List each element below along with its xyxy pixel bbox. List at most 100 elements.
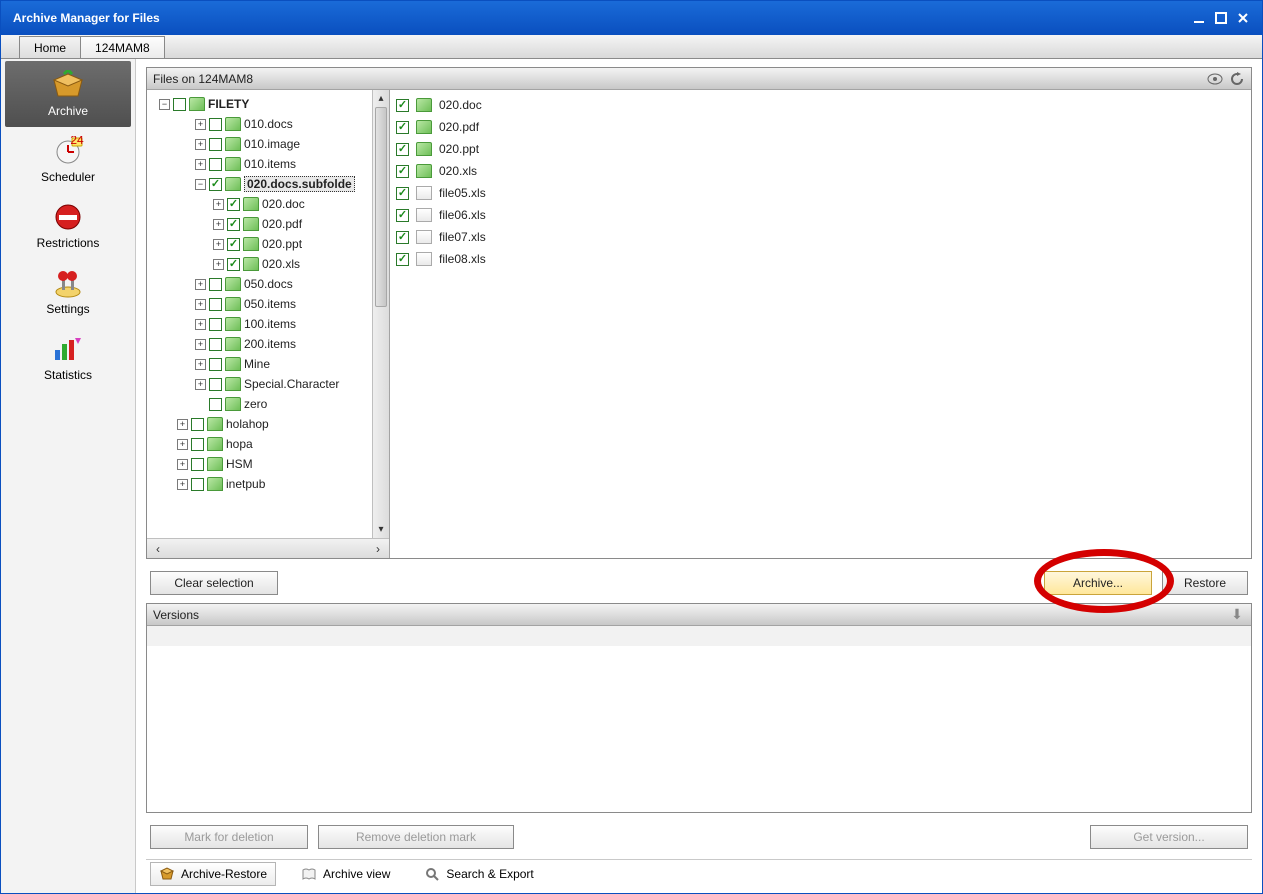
archive-button[interactable]: Archive... xyxy=(1044,571,1152,595)
tree-row[interactable]: +holahop xyxy=(147,414,389,434)
checkbox[interactable] xyxy=(396,187,409,200)
tree-row[interactable]: +020.pdf xyxy=(147,214,389,234)
checkbox[interactable] xyxy=(209,298,222,311)
mark-for-deletion-button[interactable]: Mark for deletion xyxy=(150,825,308,849)
expand-icon[interactable]: + xyxy=(195,339,206,350)
tree-row[interactable]: +010.docs xyxy=(147,114,389,134)
checkbox[interactable] xyxy=(209,278,222,291)
checkbox[interactable] xyxy=(209,398,222,411)
checkbox[interactable] xyxy=(209,178,222,191)
tree-row[interactable]: −020.docs.subfolde xyxy=(147,174,389,194)
checkbox[interactable] xyxy=(209,158,222,171)
expand-icon[interactable]: + xyxy=(213,219,224,230)
checkbox[interactable] xyxy=(209,318,222,331)
tree-vertical-scrollbar[interactable]: ▴ ▾ xyxy=(372,90,389,538)
expand-icon[interactable]: + xyxy=(177,459,188,470)
file-list-pane[interactable]: 020.doc020.pdf020.ppt020.xlsfile05.xls fi… xyxy=(390,90,1251,558)
tree-row[interactable]: −FILETY xyxy=(147,94,389,114)
checkbox[interactable] xyxy=(209,358,222,371)
tree-row[interactable]: +Mine xyxy=(147,354,389,374)
tree-row[interactable]: +HSM xyxy=(147,454,389,474)
expand-icon[interactable]: + xyxy=(177,419,188,430)
list-item[interactable]: file07.xls xyxy=(396,226,1245,248)
tab-server[interactable]: 124MAM8 xyxy=(80,36,165,58)
expand-icon[interactable]: + xyxy=(195,319,206,330)
checkbox[interactable] xyxy=(191,458,204,471)
folder-tree[interactable]: −FILETY+010.docs+010.image+010.items−020… xyxy=(147,90,389,494)
expand-icon[interactable]: + xyxy=(213,239,224,250)
eye-icon[interactable] xyxy=(1207,71,1223,87)
btab-search-export[interactable]: Search & Export xyxy=(415,862,542,886)
list-item[interactable]: 020.xls xyxy=(396,160,1245,182)
checkbox[interactable] xyxy=(396,231,409,244)
btab-archive-view[interactable]: Archive view xyxy=(292,862,399,886)
tree-row[interactable]: zero xyxy=(147,394,389,414)
tab-home[interactable]: Home xyxy=(19,36,81,58)
checkbox[interactable] xyxy=(209,378,222,391)
expand-icon[interactable]: + xyxy=(195,279,206,290)
nav-restrictions[interactable]: Restrictions xyxy=(5,193,131,259)
list-item[interactable]: 020.ppt xyxy=(396,138,1245,160)
tree-row[interactable]: +020.xls xyxy=(147,254,389,274)
checkbox[interactable] xyxy=(191,418,204,431)
checkbox[interactable] xyxy=(227,198,240,211)
get-version-button[interactable]: Get version... xyxy=(1090,825,1248,849)
restore-button[interactable]: Restore xyxy=(1162,571,1248,595)
tree-row[interactable]: +020.ppt xyxy=(147,234,389,254)
checkbox[interactable] xyxy=(227,218,240,231)
nav-settings[interactable]: Settings xyxy=(5,259,131,325)
expand-icon[interactable]: + xyxy=(195,159,206,170)
checkbox[interactable] xyxy=(396,121,409,134)
expand-icon[interactable]: + xyxy=(195,379,206,390)
tree-row[interactable]: +200.items xyxy=(147,334,389,354)
checkbox[interactable] xyxy=(396,143,409,156)
list-item[interactable]: 020.doc xyxy=(396,94,1245,116)
tree-row[interactable]: +100.items xyxy=(147,314,389,334)
checkbox[interactable] xyxy=(209,338,222,351)
maximize-icon[interactable] xyxy=(1214,11,1228,25)
scroll-down-icon[interactable]: ▾ xyxy=(373,521,389,538)
checkbox[interactable] xyxy=(191,478,204,491)
btab-archive-restore[interactable]: Archive-Restore xyxy=(150,862,276,886)
minimize-icon[interactable] xyxy=(1192,11,1206,25)
refresh-icon[interactable] xyxy=(1229,71,1245,87)
tree-row[interactable]: +020.doc xyxy=(147,194,389,214)
checkbox[interactable] xyxy=(173,98,186,111)
collapse-icon[interactable]: − xyxy=(195,179,206,190)
checkbox[interactable] xyxy=(209,118,222,131)
clear-selection-button[interactable]: Clear selection xyxy=(150,571,278,595)
expand-icon[interactable]: + xyxy=(195,139,206,150)
checkbox[interactable] xyxy=(396,165,409,178)
tree-row[interactable]: +inetpub xyxy=(147,474,389,494)
tree-row[interactable]: +hopa xyxy=(147,434,389,454)
checkbox[interactable] xyxy=(209,138,222,151)
scroll-left-icon[interactable]: ‹ xyxy=(151,542,165,556)
expand-icon[interactable]: + xyxy=(195,299,206,310)
nav-archive[interactable]: Archive xyxy=(5,61,131,127)
nav-scheduler[interactable]: 24 Scheduler xyxy=(5,127,131,193)
collapse-icon[interactable] xyxy=(1229,607,1245,623)
checkbox[interactable] xyxy=(227,238,240,251)
expand-icon[interactable]: + xyxy=(177,479,188,490)
checkbox[interactable] xyxy=(396,209,409,222)
checkbox[interactable] xyxy=(191,438,204,451)
collapse-icon[interactable]: − xyxy=(159,99,170,110)
expand-icon[interactable]: + xyxy=(213,199,224,210)
expand-icon[interactable]: + xyxy=(177,439,188,450)
tree-row[interactable]: +050.docs xyxy=(147,274,389,294)
close-icon[interactable] xyxy=(1236,11,1250,25)
checkbox[interactable] xyxy=(227,258,240,271)
list-item[interactable]: file05.xls xyxy=(396,182,1245,204)
tree-row[interactable]: +010.image xyxy=(147,134,389,154)
scroll-up-icon[interactable]: ▴ xyxy=(373,90,389,107)
expand-icon[interactable]: + xyxy=(213,259,224,270)
expand-icon[interactable]: + xyxy=(195,119,206,130)
checkbox[interactable] xyxy=(396,253,409,266)
tree-row[interactable]: +050.items xyxy=(147,294,389,314)
list-item[interactable]: 020.pdf xyxy=(396,116,1245,138)
tree-horizontal-scrollbar[interactable]: ‹ › xyxy=(147,538,389,558)
list-item[interactable]: file08.xls xyxy=(396,248,1245,270)
nav-statistics[interactable]: Statistics xyxy=(5,325,131,391)
scroll-right-icon[interactable]: › xyxy=(371,542,385,556)
checkbox[interactable] xyxy=(396,99,409,112)
